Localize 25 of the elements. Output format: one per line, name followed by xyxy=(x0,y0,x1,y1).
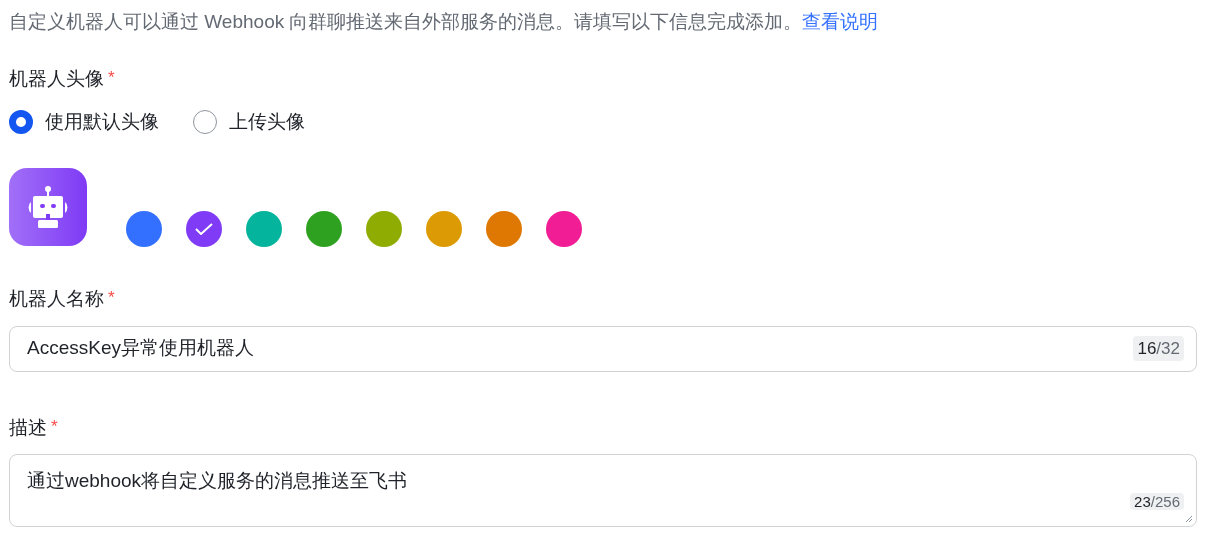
required-mark: * xyxy=(51,415,58,438)
name-input[interactable]: AccessKey异常使用机器人 16/32 xyxy=(9,325,1197,372)
field-label: 机器人头像 xyxy=(9,67,104,91)
color-swatch[interactable] xyxy=(306,211,342,247)
color-swatch[interactable] xyxy=(426,211,462,247)
character-counter: 16/32 xyxy=(1133,335,1184,362)
field-label: 机器人名称 xyxy=(9,287,104,311)
color-swatch[interactable] xyxy=(486,211,522,247)
color-swatch[interactable] xyxy=(546,211,582,247)
color-swatch[interactable] xyxy=(126,211,162,247)
required-mark: * xyxy=(108,287,115,309)
color-swatch[interactable] xyxy=(186,211,222,247)
color-swatch[interactable] xyxy=(366,211,402,247)
required-mark: * xyxy=(108,67,115,89)
color-swatch[interactable] xyxy=(246,211,282,247)
radio-label: 上传头像 xyxy=(229,109,305,134)
radio-button[interactable] xyxy=(9,109,33,134)
description-textarea[interactable]: 通过webhook将自定义服务的消息推送至飞书 23/256 xyxy=(9,454,1197,527)
help-link[interactable]: 查看说明 xyxy=(802,11,879,32)
field-label: 描述 xyxy=(9,415,47,440)
character-counter: 23/256 xyxy=(1130,493,1184,510)
resize-handle-icon xyxy=(1185,515,1193,523)
check-icon xyxy=(195,223,213,235)
radio-label: 使用默认头像 xyxy=(45,109,159,134)
intro-text: 自定义机器人可以通过 Webhook 向群聊推送来自外部服务的消息。请填写以下信息完成添加。查看说明 xyxy=(9,10,880,34)
